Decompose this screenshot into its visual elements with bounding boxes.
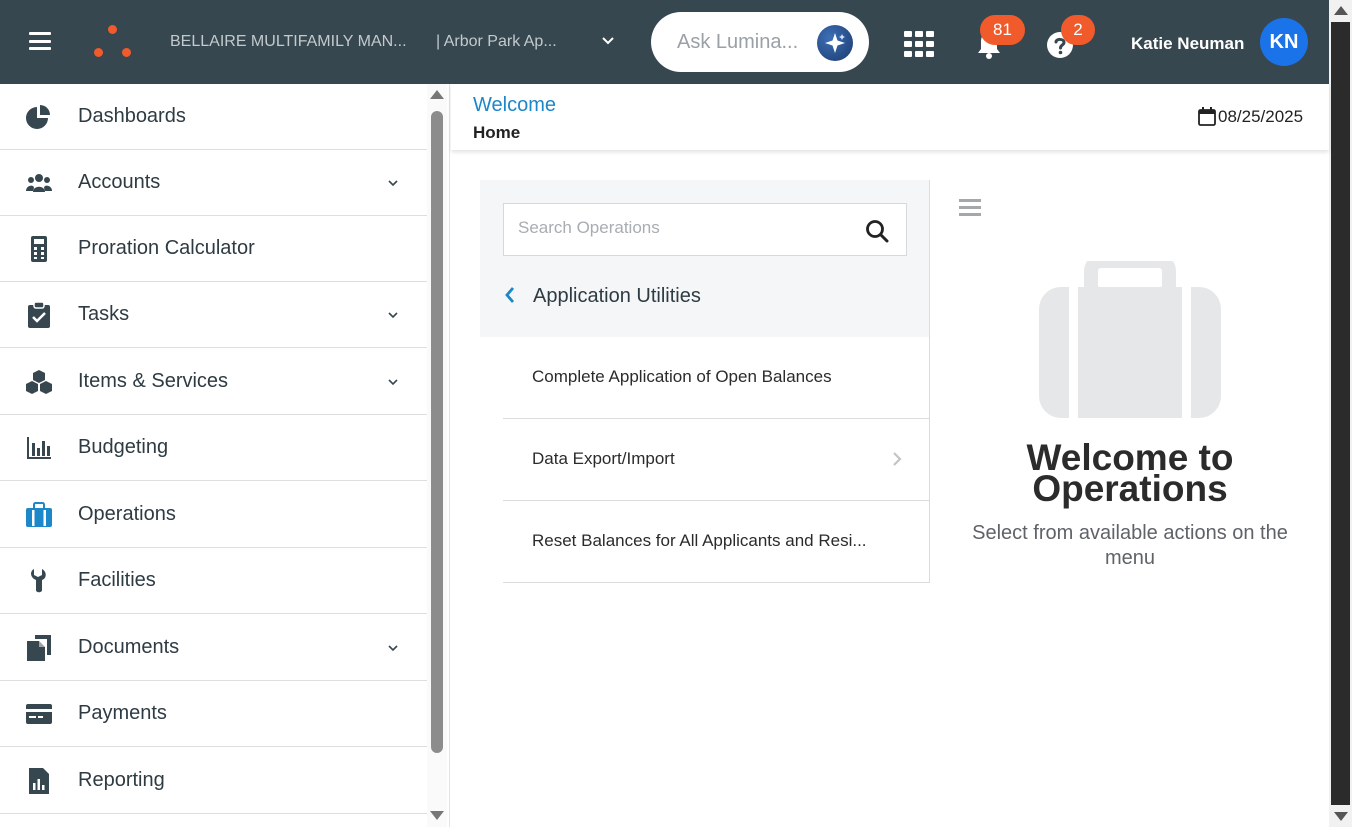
sidebar-item-operations[interactable]: Operations [0, 482, 427, 548]
operation-item-data-export-import[interactable]: Data Export/Import [503, 419, 929, 501]
sidebar-item-label: Payments [78, 702, 167, 724]
search-input[interactable] [518, 218, 848, 238]
property-selector[interactable]: | Arbor Park Ap... [436, 33, 557, 51]
sidebar-item-accounts[interactable]: Accounts [0, 150, 427, 216]
bar-chart-icon [27, 437, 51, 459]
sidebar-item-facilities[interactable]: Facilities [0, 548, 427, 614]
scroll-down-arrow-icon[interactable] [430, 811, 444, 820]
sidebar-item-label: Proration Calculator [78, 237, 255, 259]
operations-panel-header: Application Utilities [480, 180, 929, 337]
sidebar-item-label: Items & Services [78, 370, 229, 392]
boxes-icon [26, 370, 52, 394]
sidebar-scrollbar-thumb[interactable] [431, 111, 443, 753]
sidebar-scrollbar[interactable] [427, 84, 447, 827]
welcome-subtitle: Select from available actions on the men… [972, 522, 1288, 569]
ask-lumina-placeholder: Ask Lumina... [677, 31, 799, 53]
help-badge: 2 [1061, 15, 1095, 45]
operation-item-label: Data Export/Import [532, 449, 675, 468]
ask-lumina-search[interactable]: Ask Lumina... [651, 12, 869, 72]
scroll-up-arrow-icon[interactable] [1334, 6, 1348, 15]
page-title: Home [473, 123, 521, 142]
report-icon [29, 768, 49, 794]
sidebar-item-label: Dashboards [78, 105, 186, 127]
page-scrollbar[interactable] [1329, 0, 1352, 827]
avatar[interactable]: KN [1260, 18, 1308, 66]
briefcase-icon [1039, 261, 1221, 418]
company-selector[interactable]: BELLAIRE MULTIFAMILY MAN... [170, 33, 407, 51]
notifications-badge: 81 [980, 15, 1025, 45]
brand-logo[interactable] [93, 24, 133, 60]
chevron-down-icon[interactable] [386, 375, 400, 389]
chevron-left-icon[interactable] [503, 286, 517, 304]
user-name[interactable]: Katie Neuman [1131, 34, 1244, 54]
operation-item-reset-balances[interactable]: Reset Balances for All Applicants and Re… [503, 501, 929, 583]
briefcase-icon [26, 502, 52, 527]
sidebar-item-items-services[interactable]: Items & Services [0, 349, 427, 415]
scroll-up-arrow-icon[interactable] [430, 90, 444, 99]
breadcrumb-welcome-link[interactable]: Welcome [473, 94, 556, 117]
sidebar-item-label: Operations [78, 503, 176, 525]
users-icon [26, 174, 52, 192]
search-operations-box[interactable] [503, 203, 907, 256]
list-menu-icon[interactable] [959, 199, 981, 217]
operations-panel: Application Utilities Complete Applicati… [480, 180, 930, 583]
welcome-title: Welcome to Operations [1026, 437, 1234, 509]
wrench-icon [31, 569, 46, 593]
clipboard-check-icon [28, 302, 50, 328]
menu-icon[interactable] [29, 32, 51, 50]
search-icon[interactable] [865, 219, 889, 243]
top-header: BELLAIRE MULTIFAMILY MAN... | Arbor Park… [0, 0, 1329, 84]
chevron-down-icon[interactable] [386, 641, 400, 655]
section-title: Application Utilities [533, 285, 701, 307]
credit-card-icon [26, 704, 52, 724]
sidebar-item-label: Tasks [78, 303, 130, 325]
operation-item-label: Reset Balances for All Applicants and Re… [532, 531, 867, 550]
pie-chart-icon [26, 105, 50, 129]
operation-item-label: Complete Application of Open Balances [532, 367, 832, 386]
operation-item-complete-application[interactable]: Complete Application of Open Balances [503, 337, 929, 419]
sidebar-item-budgeting[interactable]: Budgeting [0, 415, 427, 481]
content-header: Welcome Home 08/25/2025 [451, 84, 1329, 150]
sidebar-item-label: Documents [78, 636, 180, 658]
sidebar-item-label: Budgeting [78, 436, 169, 458]
scroll-down-arrow-icon[interactable] [1334, 812, 1348, 821]
page-scrollbar-thumb[interactable] [1331, 22, 1350, 805]
chevron-down-icon[interactable] [386, 176, 400, 190]
app-frame: BELLAIRE MULTIFAMILY MAN... | Arbor Park… [0, 0, 1352, 827]
sparkle-icon[interactable] [817, 25, 853, 61]
documents-icon [27, 635, 51, 661]
sidebar-item-dashboards[interactable]: Dashboards [0, 84, 427, 150]
chevron-down-icon[interactable] [600, 33, 616, 49]
calendar-icon [1198, 107, 1216, 126]
sidebar-item-reporting[interactable]: Reporting [0, 748, 427, 814]
chevron-down-icon[interactable] [386, 308, 400, 322]
sidebar-item-payments[interactable]: Payments [0, 681, 427, 747]
calculator-icon [31, 236, 47, 262]
current-date: 08/25/2025 [1218, 107, 1304, 126]
sidebar-item-label: Reporting [78, 769, 165, 791]
sidebar-item-proration-calculator[interactable]: Proration Calculator [0, 216, 427, 282]
sidebar-item-label: Facilities [78, 569, 156, 591]
apps-grid-icon[interactable] [904, 31, 934, 57]
chevron-right-icon[interactable] [891, 450, 903, 468]
sidebar-item-documents[interactable]: Documents [0, 615, 427, 681]
sidebar-item-tasks[interactable]: Tasks [0, 282, 427, 348]
sidebar: Dashboards Accounts Proration Calculator… [0, 84, 450, 827]
sidebar-item-label: Accounts [78, 171, 161, 193]
